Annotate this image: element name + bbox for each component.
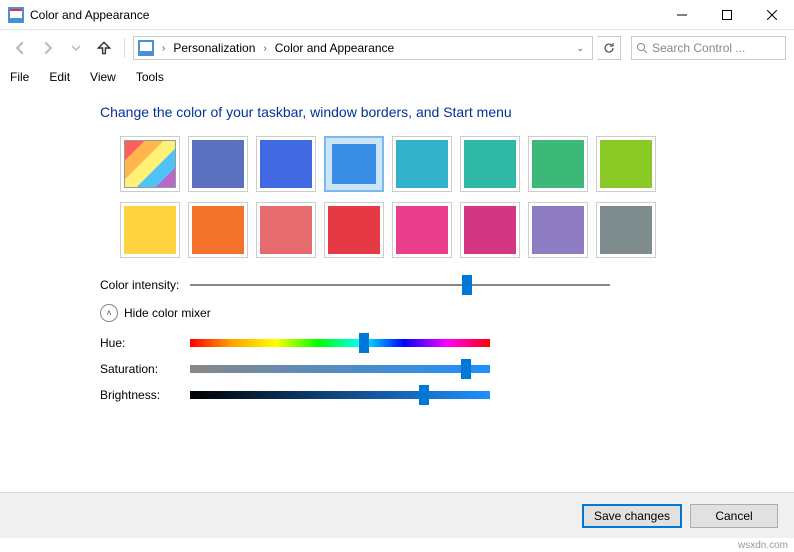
color-swatch[interactable] xyxy=(528,202,588,258)
brightness-label: Brightness: xyxy=(100,388,190,402)
separator xyxy=(124,38,125,58)
menu-tools[interactable]: Tools xyxy=(134,68,166,86)
color-swatch[interactable] xyxy=(188,202,248,258)
hue-slider[interactable] xyxy=(190,336,490,350)
watermark: wsxdn.com xyxy=(738,540,788,551)
back-button[interactable] xyxy=(8,36,32,60)
color-swatch[interactable] xyxy=(596,136,656,192)
menu-bar: File Edit View Tools xyxy=(0,66,794,88)
minimize-button[interactable] xyxy=(659,0,704,30)
window-title: Color and Appearance xyxy=(30,8,659,22)
color-swatch[interactable] xyxy=(188,136,248,192)
maximize-button[interactable] xyxy=(704,0,749,30)
color-swatch[interactable] xyxy=(596,202,656,258)
breadcrumb[interactable]: › Personalization › Color and Appearance… xyxy=(133,36,593,60)
refresh-button[interactable] xyxy=(597,36,621,60)
chevron-right-icon[interactable]: › xyxy=(259,43,270,54)
search-placeholder: Search Control ... xyxy=(652,41,745,55)
color-swatch[interactable] xyxy=(324,136,384,192)
mixer-label: Hide color mixer xyxy=(124,306,211,320)
control-panel-icon xyxy=(138,40,154,56)
color-swatch[interactable] xyxy=(324,202,384,258)
color-swatch[interactable] xyxy=(120,136,180,192)
chevron-up-icon: ˄ xyxy=(100,304,118,322)
forward-button[interactable] xyxy=(36,36,60,60)
intensity-slider[interactable] xyxy=(190,278,610,292)
saturation-label: Saturation: xyxy=(100,362,190,376)
color-swatch-grid xyxy=(100,136,754,258)
intensity-label: Color intensity: xyxy=(100,278,190,292)
color-swatch[interactable] xyxy=(528,136,588,192)
app-icon xyxy=(8,7,24,23)
color-swatch[interactable] xyxy=(256,136,316,192)
color-swatch[interactable] xyxy=(460,202,520,258)
hue-label: Hue: xyxy=(100,336,190,350)
brightness-slider[interactable] xyxy=(190,388,490,402)
breadcrumb-dropdown[interactable]: ⌄ xyxy=(572,43,588,54)
footer-bar: Save changes Cancel xyxy=(0,492,794,538)
color-swatch[interactable] xyxy=(256,202,316,258)
color-swatch[interactable] xyxy=(392,136,452,192)
search-icon xyxy=(636,42,648,54)
saturation-slider[interactable] xyxy=(190,362,490,376)
menu-file[interactable]: File xyxy=(8,68,31,86)
page-heading: Change the color of your taskbar, window… xyxy=(100,104,754,120)
chevron-right-icon[interactable]: › xyxy=(158,43,169,54)
color-swatch[interactable] xyxy=(120,202,180,258)
up-button[interactable] xyxy=(92,36,116,60)
search-input[interactable]: Search Control ... xyxy=(631,36,786,60)
save-button[interactable]: Save changes xyxy=(582,504,682,528)
color-swatch[interactable] xyxy=(392,202,452,258)
cancel-button[interactable]: Cancel xyxy=(690,504,778,528)
breadcrumb-seg-personalization[interactable]: Personalization xyxy=(171,41,257,55)
recent-dropdown[interactable] xyxy=(64,36,88,60)
menu-view[interactable]: View xyxy=(88,68,118,86)
close-button[interactable] xyxy=(749,0,794,30)
menu-edit[interactable]: Edit xyxy=(47,68,72,86)
color-swatch[interactable] xyxy=(460,136,520,192)
color-mixer-toggle[interactable]: ˄ Hide color mixer xyxy=(100,304,754,322)
breadcrumb-seg-color[interactable]: Color and Appearance xyxy=(273,41,396,55)
